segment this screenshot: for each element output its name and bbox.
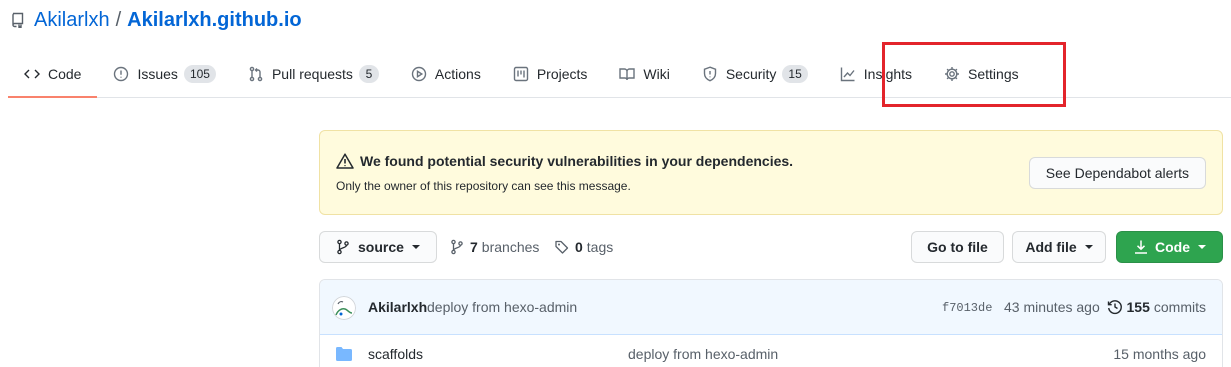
tab-projects-label: Projects (536, 65, 588, 82)
tab-issues[interactable]: Issues 105 (97, 50, 232, 97)
tags-label: tags (586, 239, 614, 255)
commit-sha[interactable]: f7013de (942, 301, 992, 315)
add-file-button[interactable]: Add file (1012, 231, 1106, 263)
add-file-label: Add file (1025, 239, 1077, 255)
file-name[interactable]: scaffolds (368, 346, 423, 362)
pull-requests-counter: 5 (358, 64, 379, 83)
tab-settings-label: Settings (968, 65, 1019, 82)
branches-link[interactable]: 7 branches (450, 231, 539, 263)
go-to-file-button[interactable]: Go to file (911, 231, 1004, 263)
tab-security-label: Security (725, 65, 777, 82)
code-download-button[interactable]: Code (1116, 231, 1223, 263)
file-time: 15 months ago (1113, 346, 1206, 362)
file-commit-message[interactable]: deploy from hexo-admin (628, 346, 778, 362)
branch-icon (337, 239, 349, 255)
table-row[interactable]: scaffolds deploy from hexo-admin 15 mont… (320, 335, 1222, 367)
commit-message[interactable]: deploy from hexo-admin (427, 299, 577, 315)
alert-title-row: We found potential security vulnerabilit… (336, 153, 793, 169)
download-icon (1135, 240, 1147, 254)
chevron-down-icon (411, 245, 420, 249)
file-table: Akilarlxh deploy from hexo-admin f7013de… (319, 279, 1223, 367)
gear-icon (945, 66, 960, 81)
tab-wiki-label: Wiki (643, 65, 670, 82)
chevron-down-icon (1084, 245, 1093, 249)
tab-code-label: Code (48, 65, 82, 82)
security-alert: We found potential security vulnerabilit… (319, 130, 1223, 215)
branch-select-button[interactable]: source (319, 231, 437, 263)
play-icon (411, 66, 427, 81)
security-counter: 15 (782, 64, 808, 83)
commits-count: 155 (1126, 299, 1150, 315)
repo-separator: / (115, 8, 122, 31)
book-icon (619, 67, 636, 80)
repo-icon (10, 12, 26, 28)
tab-wiki[interactable]: Wiki (603, 50, 685, 97)
alert-icon (336, 153, 354, 169)
graph-icon (840, 67, 855, 81)
commit-author[interactable]: Akilarlxh (368, 299, 427, 315)
alert-subtitle: Only the owner of this repository can se… (336, 179, 631, 193)
tab-insights-label: Insights (863, 65, 913, 82)
tab-security[interactable]: Security 15 (686, 50, 824, 97)
repo-name-link[interactable]: Akilarlxh.github.io (127, 9, 301, 32)
tab-insights[interactable]: Insights (824, 50, 928, 97)
issues-counter: 105 (183, 64, 216, 83)
alert-title: We found potential security vulnerabilit… (360, 153, 794, 169)
latest-commit-row: Akilarlxh deploy from hexo-admin f7013de… (320, 280, 1222, 335)
code-button-label: Code (1155, 239, 1190, 255)
pull-request-icon (249, 66, 263, 81)
tags-count: 0 (575, 239, 583, 255)
commits-label: commits (1153, 299, 1206, 315)
tab-actions-label: Actions (434, 65, 481, 82)
branches-label: branches (481, 239, 540, 255)
tab-projects[interactable]: Projects (497, 50, 604, 97)
tag-icon (555, 240, 569, 254)
tab-issues-label: Issues (137, 65, 178, 82)
tab-pull-requests-label: Pull requests (271, 65, 353, 82)
branch-name: source (358, 239, 404, 255)
code-icon (24, 69, 40, 78)
branch-icon (451, 239, 463, 255)
branches-count: 7 (470, 239, 478, 255)
tab-code[interactable]: Code (8, 50, 98, 98)
commits-link[interactable]: 155 commits (1107, 299, 1206, 315)
tags-link[interactable]: 0 tags (555, 231, 613, 263)
tab-actions[interactable]: Actions (395, 50, 497, 97)
repo-owner-link[interactable]: Akilarlxh (34, 9, 110, 32)
folder-icon (336, 347, 352, 361)
repo-header: Akilarlxh / Akilarlxh.github.io (10, 6, 302, 34)
branch-bar: source 7 branches 0 tags Go to file Add … (319, 231, 1223, 263)
history-icon (1107, 300, 1122, 315)
shield-icon (703, 65, 717, 81)
tab-pull-requests[interactable]: Pull requests 5 (232, 50, 395, 97)
repo-tabs: Code Issues 105 Pull requests 5 Actions … (8, 50, 1231, 98)
avatar[interactable] (332, 296, 356, 320)
tab-settings[interactable]: Settings (928, 50, 1035, 97)
see-dependabot-alerts-button[interactable]: See Dependabot alerts (1028, 157, 1206, 189)
issue-icon (114, 66, 129, 81)
project-icon (513, 66, 529, 81)
chevron-down-icon (1198, 245, 1206, 249)
commit-time: 43 minutes ago (1004, 299, 1100, 315)
